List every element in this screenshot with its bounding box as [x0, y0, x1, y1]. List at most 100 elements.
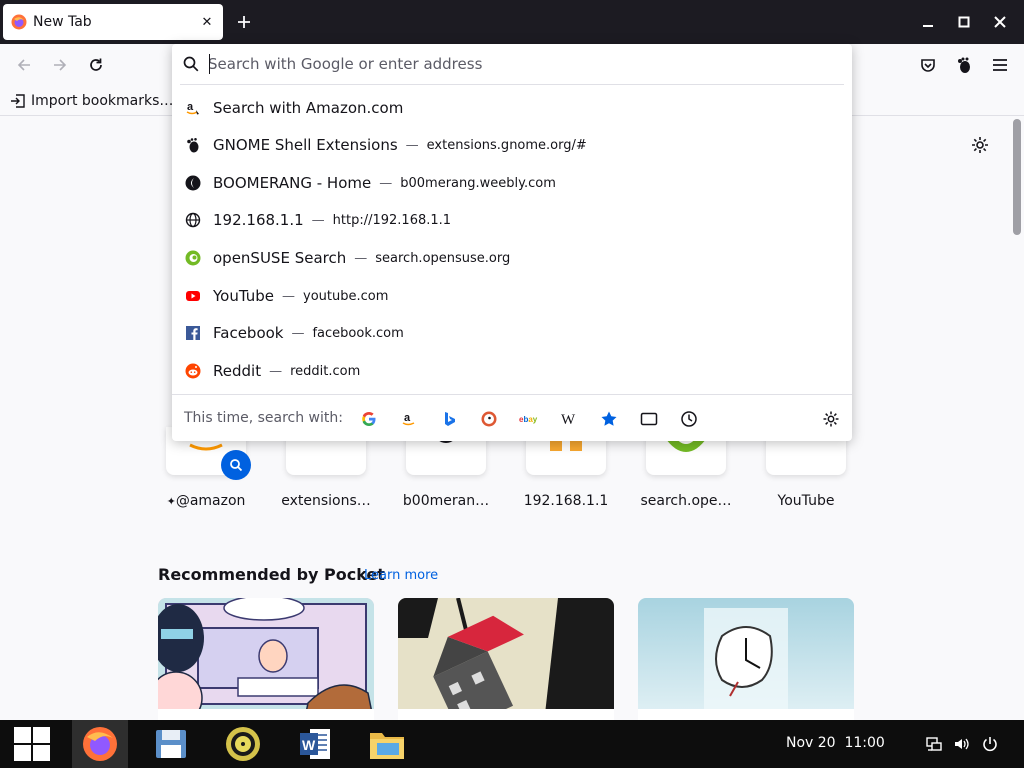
reload-icon[interactable] [84, 53, 108, 77]
svg-text:ebay: ebay [519, 415, 538, 424]
file-manager-icon[interactable] [359, 720, 415, 768]
suggestion-url: http://192.168.1.1 [332, 212, 452, 228]
close-icon[interactable] [990, 12, 1010, 32]
suggestion-title: 192.168.1.1 [213, 211, 304, 229]
firefox-favicon-icon [11, 14, 27, 30]
boomerang-icon [185, 175, 201, 191]
pocket-icon[interactable] [916, 53, 940, 77]
import-icon [11, 94, 25, 108]
suggestion-title: Facebook [213, 324, 284, 342]
suggestion-title: YouTube [213, 287, 274, 305]
windows-start-icon[interactable] [4, 720, 60, 768]
svg-text:a: a [187, 101, 194, 113]
pocket-card[interactable] [158, 598, 374, 723]
amazon-engine-icon[interactable]: a [399, 409, 419, 429]
search-icon [182, 55, 200, 73]
suggestion-dash: — [354, 250, 368, 266]
suggestion-url: youtube.com [303, 288, 389, 304]
suggestion-row[interactable]: 192.168.1.1 — http://192.168.1.1 [176, 202, 848, 238]
globe-icon [185, 212, 201, 228]
network-icon[interactable] [924, 734, 944, 754]
shortcut-label: search.ope… [640, 493, 732, 509]
music-player-icon[interactable] [215, 720, 271, 768]
suggestion-title: GNOME Shell Extensions [213, 136, 398, 154]
suggestion-url: facebook.com [312, 325, 404, 341]
suggestion-title: BOOMERANG - Home [213, 174, 372, 192]
suggestion-url: reddit.com [290, 363, 361, 379]
suggestion-dash: — [282, 288, 295, 304]
facebook-icon [185, 325, 201, 341]
svg-text:W: W [561, 412, 576, 427]
suggestion-row[interactable]: openSUSE Search — search.opensuse.org [176, 240, 848, 276]
card-illustration-image [158, 598, 374, 723]
gnome-extensions-icon[interactable] [952, 53, 976, 77]
google-icon[interactable] [359, 409, 379, 429]
page-scrollbar[interactable] [1013, 119, 1021, 235]
import-bookmarks-button[interactable]: Import bookmarks… [10, 91, 173, 111]
suggestion-row[interactable]: YouTube — youtube.com [176, 278, 848, 314]
tab-close-icon[interactable]: ✕ [197, 12, 217, 32]
youtube-icon [185, 288, 201, 304]
search-settings-gear-icon[interactable] [821, 409, 841, 429]
clock[interactable]: Nov 20 11:00 [786, 735, 885, 751]
text-cursor [209, 54, 210, 74]
title-bar: New Tab ✕ [0, 0, 1024, 44]
duckduckgo-icon[interactable] [479, 409, 499, 429]
word-icon[interactable]: W [287, 720, 343, 768]
suggestion-url: b00merang.weebly.com [400, 175, 556, 191]
pocket-heading: Recommended by Pocket [158, 565, 385, 584]
new-tab-button[interactable] [232, 10, 256, 34]
suggestion-url: search.opensuse.org [375, 250, 511, 266]
tab-title: New Tab [33, 14, 92, 30]
suggestion-url: extensions.gnome.org/# [426, 137, 587, 153]
address-input[interactable] [208, 52, 828, 76]
suggestion-row[interactable]: BOOMERANG - Home — b00merang.weebly.com [176, 165, 848, 201]
shortcut-label: @amazon [175, 493, 246, 509]
maximize-icon[interactable] [954, 12, 974, 32]
divider [180, 84, 844, 85]
divider [172, 394, 852, 395]
suggestion-title: Search with Amazon.com [213, 99, 404, 117]
suggestion-title: Reddit [213, 362, 262, 380]
gnome-icon [185, 137, 201, 153]
forward-arrow-icon[interactable] [48, 53, 72, 77]
hamburger-menu-icon[interactable] [988, 53, 1012, 77]
pocket-card[interactable] [638, 598, 854, 723]
suggestion-title: openSUSE Search [213, 249, 347, 267]
svg-text:W: W [302, 737, 316, 753]
address-bar-dropdown: a Search with Amazon.com GNOME Shell Ext… [172, 44, 852, 441]
shortcut-label: b00meran… [402, 493, 490, 509]
suggestion-dash: — [291, 325, 305, 341]
suggestion-row[interactable]: a Search with Amazon.com [176, 90, 848, 126]
reddit-icon [185, 363, 201, 379]
suggestion-row[interactable]: Facebook — facebook.com [176, 315, 848, 351]
ebay-icon[interactable]: ebay [519, 409, 539, 429]
tab-new-tab[interactable]: New Tab ✕ [3, 4, 223, 40]
history-icon[interactable] [679, 409, 699, 429]
save-disk-icon[interactable] [143, 720, 199, 768]
bookmarks-star-icon[interactable] [599, 409, 619, 429]
import-bookmarks-label: Import bookmarks… [31, 93, 174, 109]
shortcut-label: YouTube [777, 493, 835, 509]
suggestion-dash: — [269, 363, 283, 379]
tabs-icon[interactable] [639, 409, 659, 429]
personalize-gear-icon[interactable] [970, 135, 992, 157]
suggestion-row[interactable]: GNOME Shell Extensions — extensions.gnom… [176, 127, 848, 163]
power-icon[interactable] [980, 734, 1000, 754]
pocket-learn-more-link[interactable]: Learn more [364, 568, 438, 583]
svg-text:a: a [404, 412, 411, 424]
volume-icon[interactable] [952, 734, 972, 754]
bing-icon[interactable] [439, 409, 459, 429]
wikipedia-icon[interactable]: W [559, 409, 579, 429]
suggestion-dash: — [405, 137, 419, 153]
pocket-card[interactable] [398, 598, 614, 723]
suggestion-row[interactable]: Reddit — reddit.com [176, 353, 848, 389]
card-illustration-image [638, 598, 854, 723]
shortcut-label: 192.168.1.1 [523, 493, 609, 509]
card-illustration-image [398, 598, 614, 723]
back-arrow-icon[interactable] [12, 53, 36, 77]
suggestion-dash: — [311, 212, 325, 228]
minimize-icon[interactable] [918, 12, 938, 32]
firefox-icon[interactable] [72, 720, 128, 768]
address-bar[interactable] [172, 44, 852, 84]
